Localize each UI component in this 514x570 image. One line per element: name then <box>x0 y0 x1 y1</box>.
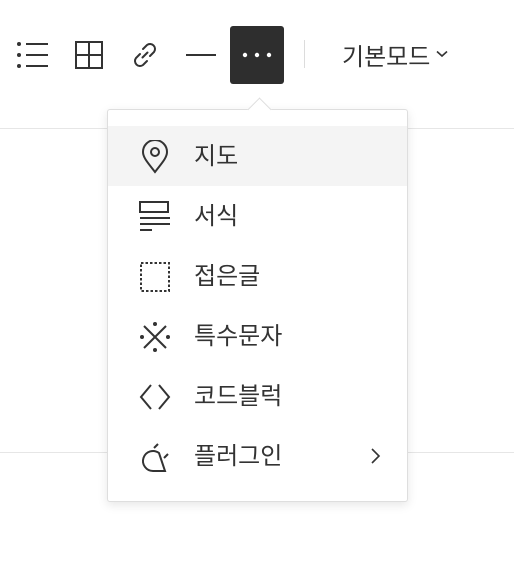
link-button[interactable] <box>118 26 172 84</box>
table-button[interactable] <box>62 26 116 84</box>
more-dropdown-menu: 지도 서식 접은글 특수문자 코드블럭 플러그인 <box>107 97 408 502</box>
code-icon <box>139 384 171 410</box>
chevron-down-icon <box>436 50 448 58</box>
menu-item-plugin[interactable]: 플러그인 <box>108 426 407 486</box>
toolbar-divider <box>304 40 305 68</box>
mode-selector[interactable]: 기본모드 <box>342 36 448 72</box>
bulleted-list-icon <box>17 42 48 68</box>
menu-item-label: 서식 <box>194 202 239 230</box>
template-icon <box>139 201 170 231</box>
menu-item-label: 코드블럭 <box>194 382 283 410</box>
map-pin-icon <box>141 140 169 174</box>
menu-item-map[interactable]: 지도 <box>108 126 407 186</box>
menu-item-label: 플러그인 <box>194 442 283 470</box>
chevron-right-icon <box>371 448 381 464</box>
horizontal-line-button[interactable] <box>174 26 228 84</box>
more-button[interactable] <box>230 26 284 84</box>
editor-toolbar: 기본모드 <box>0 0 514 110</box>
menu-item-special-char[interactable]: 특수문자 <box>108 306 407 366</box>
special-char-icon <box>140 322 170 352</box>
plugin-icon <box>142 443 169 472</box>
mode-label: 기본모드 <box>342 42 431 71</box>
fold-box-icon <box>140 262 170 292</box>
menu-item-label: 지도 <box>194 142 239 170</box>
more-icon <box>242 52 272 58</box>
menu-item-template[interactable]: 서식 <box>108 186 407 246</box>
link-icon <box>134 43 156 67</box>
horizontal-line-icon <box>186 54 216 56</box>
bulleted-list-button[interactable] <box>6 26 60 84</box>
menu-item-label: 접은글 <box>194 262 261 290</box>
menu-item-fold[interactable]: 접은글 <box>108 246 407 306</box>
menu-item-code-block[interactable]: 코드블럭 <box>108 366 407 426</box>
menu-item-label: 특수문자 <box>194 322 283 350</box>
table-icon <box>75 41 103 69</box>
